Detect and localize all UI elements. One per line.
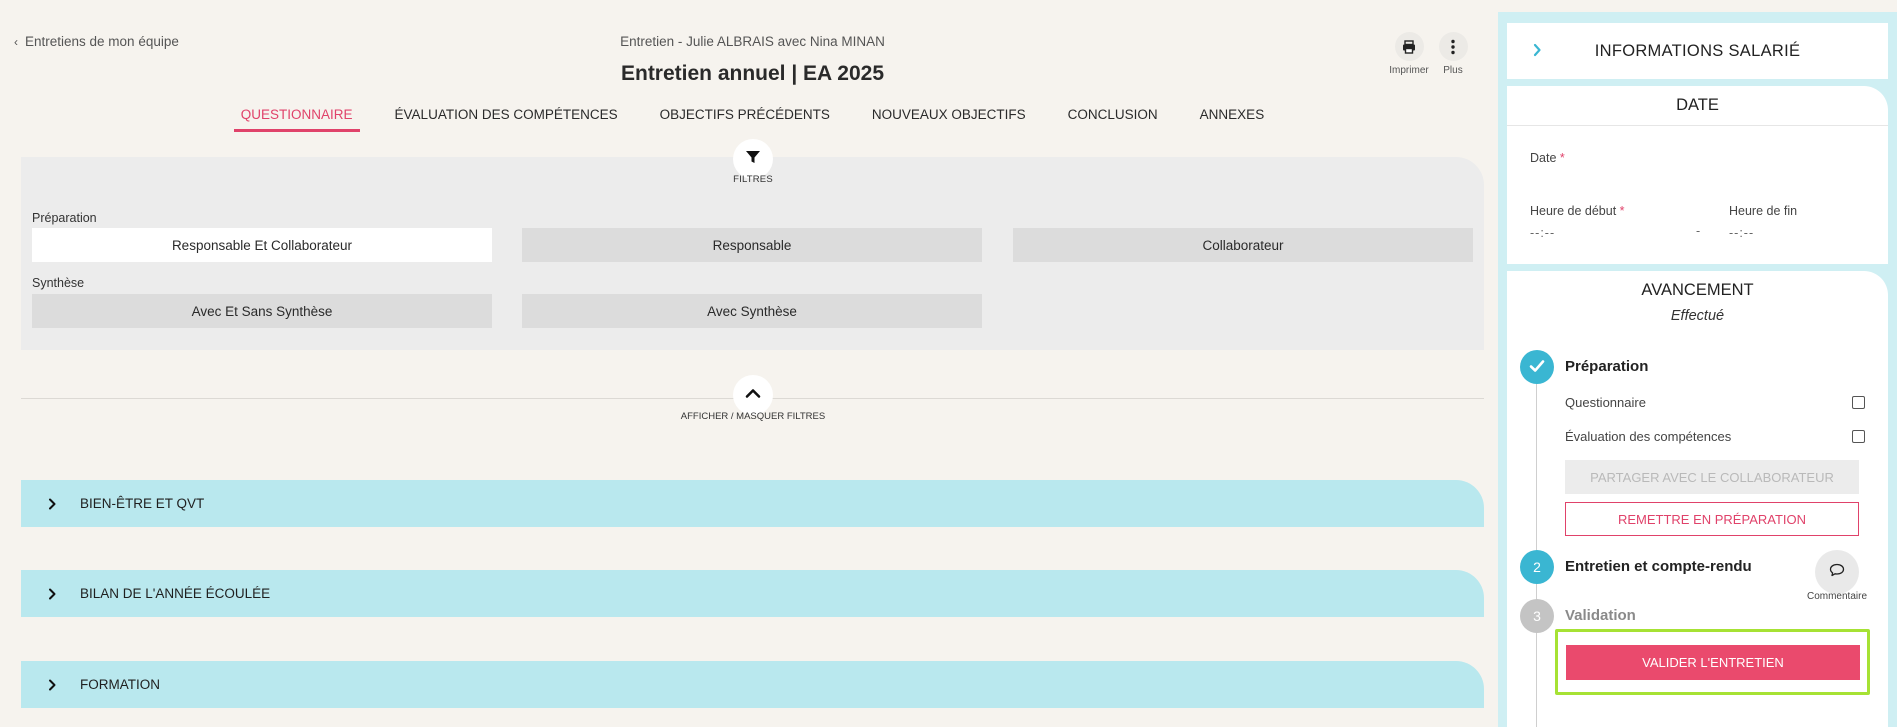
toggle-filters-label: AFFICHER / MASQUER FILTRES (680, 411, 826, 422)
start-time-label-text: Heure de début (1530, 204, 1617, 218)
step-3-title: Validation (1565, 607, 1636, 624)
filter-chip-avec-et-sans-synthese[interactable]: Avec Et Sans Synthèse (32, 294, 492, 328)
end-time-label: Heure de fin (1729, 204, 1798, 218)
required-mark: * (1619, 204, 1625, 218)
check-evaluation-checkbox[interactable] (1852, 430, 1865, 443)
tab-evaluation-competences[interactable]: ÉVALUATION DES COMPÉTENCES (388, 107, 625, 132)
filter-chip-responsable-et-collaborateur[interactable]: Responsable Et Collaborateur (32, 228, 492, 262)
info-salarie-title: INFORMATIONS SALARIÉ (1594, 41, 1801, 60)
timeline-line (1536, 371, 1537, 727)
date-field-label-text: Date (1530, 151, 1557, 165)
section-bilan-annee[interactable]: BILAN DE L'ANNÉE ÉCOULÉE (21, 570, 1484, 617)
start-time-label: Heure de début * (1530, 204, 1625, 218)
filter-label: FILTRES (733, 174, 773, 185)
chevron-right-icon (47, 679, 61, 691)
validate-interview-button[interactable]: VALIDER L'ENTRETIEN (1566, 645, 1860, 680)
date-card: DATE Date * Heure de début * Heure de fi… (1507, 86, 1888, 264)
section-formation[interactable]: FORMATION (21, 661, 1484, 708)
filter-chip-collaborateur[interactable]: Collaborateur (1013, 228, 1473, 262)
section-label: BILAN DE L'ANNÉE ÉCOULÉE (80, 586, 271, 601)
time-separator: - (1696, 224, 1702, 238)
reprepare-button[interactable]: REMETTRE EN PRÉPARATION (1565, 502, 1859, 536)
date-field-label: Date * (1530, 151, 1565, 165)
section-bien-etre-qvt[interactable]: BIEN-ÊTRE ET QVT (21, 480, 1484, 527)
comment-label: Commentaire (1806, 591, 1868, 602)
check-questionnaire-row: Questionnaire (1565, 395, 1865, 410)
check-questionnaire-label: Questionnaire (1565, 395, 1646, 410)
printer-icon (1394, 32, 1424, 61)
tab-bar: QUESTIONNAIRE ÉVALUATION DES COMPÉTENCES… (0, 107, 1505, 132)
section-label: FORMATION (80, 677, 160, 692)
tab-objectifs-precedents[interactable]: OBJECTIFS PRÉCÉDENTS (653, 107, 837, 132)
start-time-input[interactable]: --:-- (1530, 226, 1555, 240)
more-vertical-icon (1438, 32, 1468, 61)
step-2-circle: 2 (1520, 550, 1554, 584)
preparation-filter-label: Préparation (32, 211, 97, 225)
filter-icon (745, 149, 761, 170)
chevron-right-icon (47, 588, 61, 600)
required-mark: * (1559, 151, 1565, 165)
toggle-filters-button[interactable] (733, 375, 773, 415)
progress-status: Effectué (1670, 308, 1725, 324)
check-questionnaire-checkbox[interactable] (1852, 396, 1865, 409)
filter-button[interactable] (733, 139, 773, 179)
page-title: Entretien annuel | EA 2025 (620, 62, 884, 85)
info-salarie-header[interactable]: INFORMATIONS SALARIÉ (1507, 23, 1888, 79)
tab-conclusion[interactable]: CONCLUSION (1061, 107, 1165, 132)
chevron-up-icon (745, 386, 761, 404)
date-card-title: DATE (1507, 86, 1888, 126)
chevron-right-icon (47, 498, 61, 510)
tab-questionnaire[interactable]: QUESTIONNAIRE (233, 107, 360, 132)
chevron-right-icon[interactable] (1532, 43, 1542, 62)
filter-chip-avec-synthese[interactable]: Avec Synthèse (522, 294, 982, 328)
section-label: BIEN-ÊTRE ET QVT (80, 496, 205, 511)
step-3-circle: 3 (1520, 599, 1554, 633)
filter-chip-responsable[interactable]: Responsable (522, 228, 982, 262)
more-button[interactable]: Plus (1423, 32, 1483, 76)
check-icon (1529, 359, 1545, 376)
page-subtitle: Entretien - Julie ALBRAIS avec Nina MINA… (620, 34, 885, 49)
tab-nouveaux-objectifs[interactable]: NOUVEAUX OBJECTIFS (865, 107, 1033, 132)
step-1-title: Préparation (1565, 358, 1649, 375)
share-with-collaborator-button[interactable]: PARTAGER AVEC LE COLLABORATEUR (1565, 460, 1859, 494)
end-time-input[interactable]: --:-- (1729, 226, 1754, 240)
progress-title: AVANCEMENT (1641, 281, 1754, 299)
comment-button[interactable] (1815, 550, 1859, 594)
step-1-done-circle (1520, 350, 1554, 384)
check-evaluation-label: Évaluation des compétences (1565, 429, 1732, 444)
tab-annexes[interactable]: ANNEXES (1193, 107, 1272, 132)
check-evaluation-row: Évaluation des compétences (1565, 429, 1865, 444)
step-2-title: Entretien et compte-rendu (1565, 558, 1752, 575)
synthese-filter-label: Synthèse (32, 276, 85, 290)
more-label: Plus (1443, 65, 1463, 76)
speech-bubble-icon (1829, 563, 1845, 582)
sidebar: INFORMATIONS SALARIÉ DATE Date * Heure d… (1498, 12, 1897, 727)
